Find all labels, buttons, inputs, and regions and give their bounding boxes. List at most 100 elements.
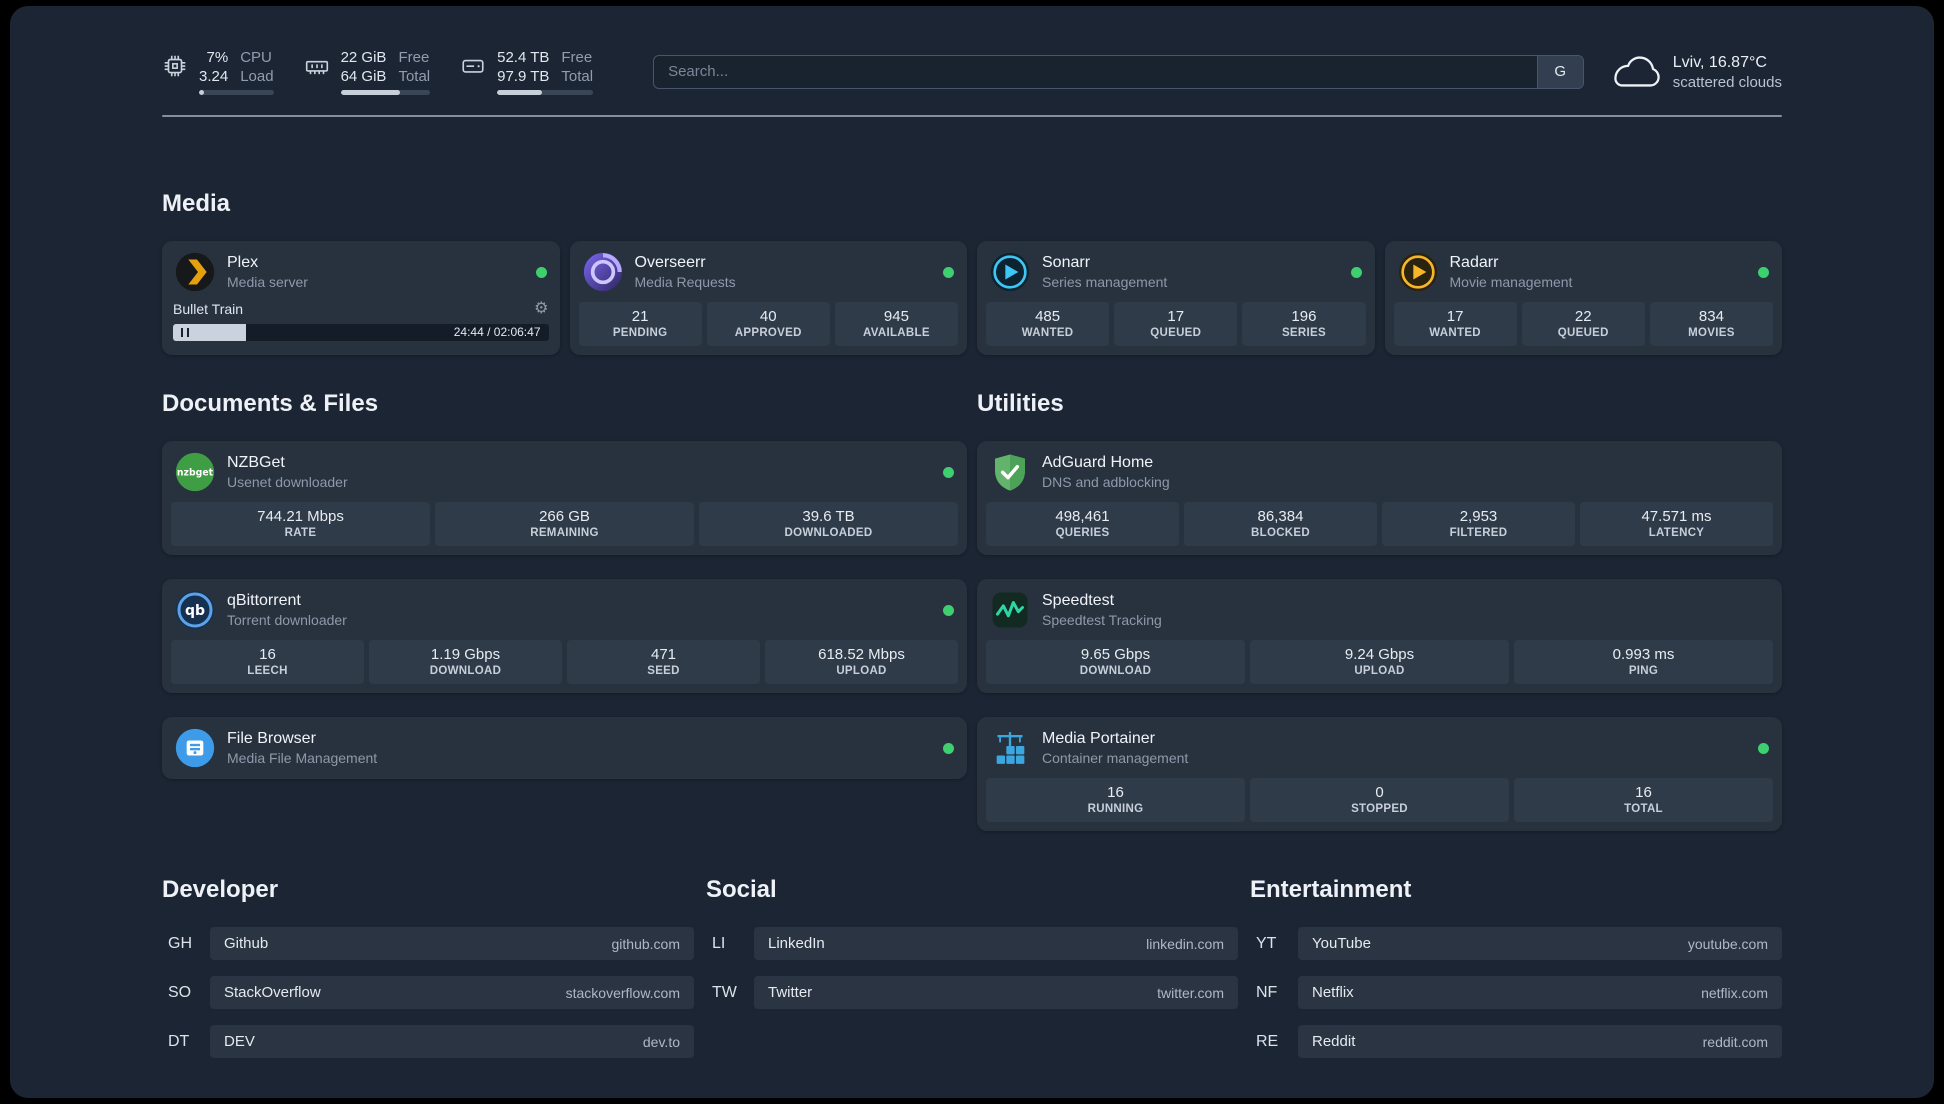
bookmark-abbr: SO	[168, 983, 192, 1001]
stat-queued: 17 QUEUED	[1114, 302, 1238, 346]
playback-progress-bar[interactable]: 24:44 / 02:06:47	[173, 324, 549, 341]
bookmark-dev: DT DEV dev.to	[162, 1025, 694, 1058]
stat-series: 196 SERIES	[1242, 302, 1366, 346]
bookmark-link-github[interactable]: Github github.com	[210, 927, 694, 960]
bookmark-stackoverflow: SO StackOverflow stackoverflow.com	[162, 976, 694, 1009]
search-input[interactable]	[654, 55, 1537, 88]
service-card-adguard: AdGuard Home DNS and adblocking 498,461 Q…	[977, 441, 1782, 555]
service-name: File Browser	[227, 730, 316, 747]
status-dot	[943, 742, 954, 754]
disk-progress-fill	[497, 90, 543, 95]
stat-rate: 744.21 Mbps RATE	[171, 502, 430, 546]
service-name: AdGuard Home	[1042, 454, 1154, 471]
top-bar: 7% 3.24 CPU Load 22 GiB 64 GiB Free Tota…	[162, 6, 1782, 95]
speedtest-icon	[990, 590, 1030, 630]
bookmark-url: linkedin.com	[1146, 935, 1224, 952]
stat-seed: 471 SEED	[567, 640, 760, 684]
service-description: Media File Management	[227, 750, 378, 766]
stat-upload: 618.52 Mbps UPLOAD	[765, 640, 958, 684]
service-link-sonarr[interactable]: Sonarr Series management	[986, 250, 1366, 294]
section-title-utilities: Utilities	[977, 390, 1064, 417]
service-link-speedtest[interactable]: Speedtest Speedtest Tracking	[986, 588, 1773, 632]
status-dot	[535, 266, 547, 278]
cpu-label: CPU	[240, 49, 272, 66]
stat-available: 945 AVAILABLE	[834, 302, 959, 346]
disk-free-label: Free	[561, 49, 593, 66]
status-dot	[1758, 742, 1769, 754]
service-link-filebrowser[interactable]: File Browser Media File Management	[171, 726, 958, 770]
cpu-icon	[164, 55, 186, 77]
memory-total-label: Total	[398, 68, 431, 85]
service-link-nzbget[interactable]: nzbget NZBGet Usenet downloader	[171, 450, 958, 494]
qbittorrent-icon: qb	[175, 590, 215, 630]
stat-queued: 22 QUEUED	[1521, 302, 1645, 346]
bookmark-url: netflix.com	[1701, 984, 1768, 1001]
bookmark-name: Netflix	[1312, 984, 1354, 1001]
gear-icon[interactable]: ⚙	[534, 301, 548, 317]
bookmark-url: github.com	[611, 935, 680, 952]
bookmark-link-stackoverflow[interactable]: StackOverflow stackoverflow.com	[210, 976, 694, 1009]
service-link-overseerr[interactable]: Overseerr Media Requests	[579, 250, 959, 294]
service-card-overseerr: Overseerr Media Requests 21 PENDING 40 APP…	[569, 241, 967, 355]
bookmark-netflix: NF Netflix netflix.com	[1250, 976, 1782, 1009]
status-dot	[943, 266, 954, 278]
memory-free-label: Free	[398, 49, 430, 66]
now-playing-title: Bullet Train	[173, 301, 244, 317]
service-name: Speedtest	[1042, 592, 1115, 609]
service-description: Series management	[1042, 274, 1168, 290]
bookmark-link-dev[interactable]: DEV dev.to	[210, 1025, 694, 1058]
bookmark-link-netflix[interactable]: Netflix netflix.com	[1298, 976, 1782, 1009]
bookmarks-entertainment: Entertainment YT YouTube youtube.com NF …	[1250, 875, 1782, 1058]
bookmark-name: Twitter	[768, 984, 813, 1001]
bookmark-link-linkedin[interactable]: LinkedIn linkedin.com	[754, 927, 1238, 960]
service-link-portainer[interactable]: Media Portainer Container management	[986, 726, 1773, 770]
plex-now-playing: Bullet Train ⚙ 24:44 / 02:06:47	[171, 300, 551, 341]
disk-total-label: Total	[561, 68, 594, 85]
cpu-percent: 7%	[206, 49, 229, 66]
bookmark-abbr: LI	[712, 934, 726, 952]
disk-icon	[462, 59, 484, 73]
pause-icon[interactable]	[181, 328, 189, 337]
service-link-qbittorrent[interactable]: qb qBittorrent Torrent downloader	[171, 588, 958, 632]
svg-text:nzbget: nzbget	[177, 467, 214, 478]
service-card-speedtest: Speedtest Speedtest Tracking 9.65 Gbps DO…	[977, 579, 1782, 693]
weather-widget: Lviv, 16.87°C scattered clouds	[1614, 52, 1782, 92]
service-stats: 21 PENDING 40 APPROVED 945 AVAILABLE	[578, 294, 959, 346]
stat-approved: 40 APPROVED	[706, 302, 830, 346]
bookmark-link-reddit[interactable]: Reddit reddit.com	[1298, 1025, 1782, 1058]
bookmark-abbr: YT	[1256, 934, 1277, 952]
search-provider-button[interactable]: G	[1536, 55, 1583, 88]
nzbget-icon: nzbget	[175, 452, 215, 492]
utilities-column: Utilities AdGuard Home DNS and adblockin…	[977, 389, 1782, 831]
stat-movies: 834 MOVIES	[1649, 302, 1774, 346]
service-card-nzbget: nzbget NZBGet Usenet downloader 744.21 M…	[162, 441, 967, 555]
filebrowser-icon	[175, 728, 215, 768]
bookmark-name: LinkedIn	[768, 935, 825, 952]
disk-widget: 52.4 TB 97.9 TB Free Total	[460, 48, 594, 95]
cpu-progress-track	[199, 90, 274, 95]
bookmark-abbr: TW	[712, 983, 737, 1001]
service-card-plex: Plex Media server Bullet Train ⚙ 24:44 /…	[162, 241, 560, 355]
service-stats: 498,461 QUERIES 86,384 BLOCKED 2,953 FILTER…	[986, 502, 1773, 546]
stat-upload: 9.24 Gbps UPLOAD	[1250, 640, 1509, 684]
search-bar: G	[653, 54, 1584, 89]
cpu-progress-fill	[199, 90, 205, 95]
service-link-adguard[interactable]: AdGuard Home DNS and adblocking	[986, 450, 1773, 494]
bookmarks-social: Social LI LinkedIn linkedin.com TW Twitt…	[706, 875, 1238, 1058]
bookmark-url: dev.to	[642, 1033, 680, 1050]
memory-free-value: 22 GiB	[340, 49, 387, 66]
section-title-documents: Documents & Files	[162, 390, 379, 417]
bookmark-url: twitter.com	[1157, 984, 1224, 1001]
disk-free-value: 52.4 TB	[497, 49, 550, 66]
status-dot	[943, 604, 954, 616]
playback-time: 24:44 / 02:06:47	[453, 325, 541, 339]
service-stats: 485 WANTED 17 QUEUED 196 SERIES	[986, 294, 1366, 346]
service-link-plex[interactable]: Plex Media server	[171, 250, 551, 294]
bookmark-link-youtube[interactable]: YouTube youtube.com	[1298, 927, 1782, 960]
service-link-radarr[interactable]: Radarr Movie management	[1394, 250, 1774, 294]
stat-download: 1.19 Gbps DOWNLOAD	[369, 640, 562, 684]
bookmark-link-twitter[interactable]: Twitter twitter.com	[754, 976, 1238, 1009]
stat-download: 9.65 Gbps DOWNLOAD	[986, 640, 1245, 684]
bookmark-reddit: RE Reddit reddit.com	[1250, 1025, 1782, 1058]
topbar-divider	[162, 115, 1782, 117]
